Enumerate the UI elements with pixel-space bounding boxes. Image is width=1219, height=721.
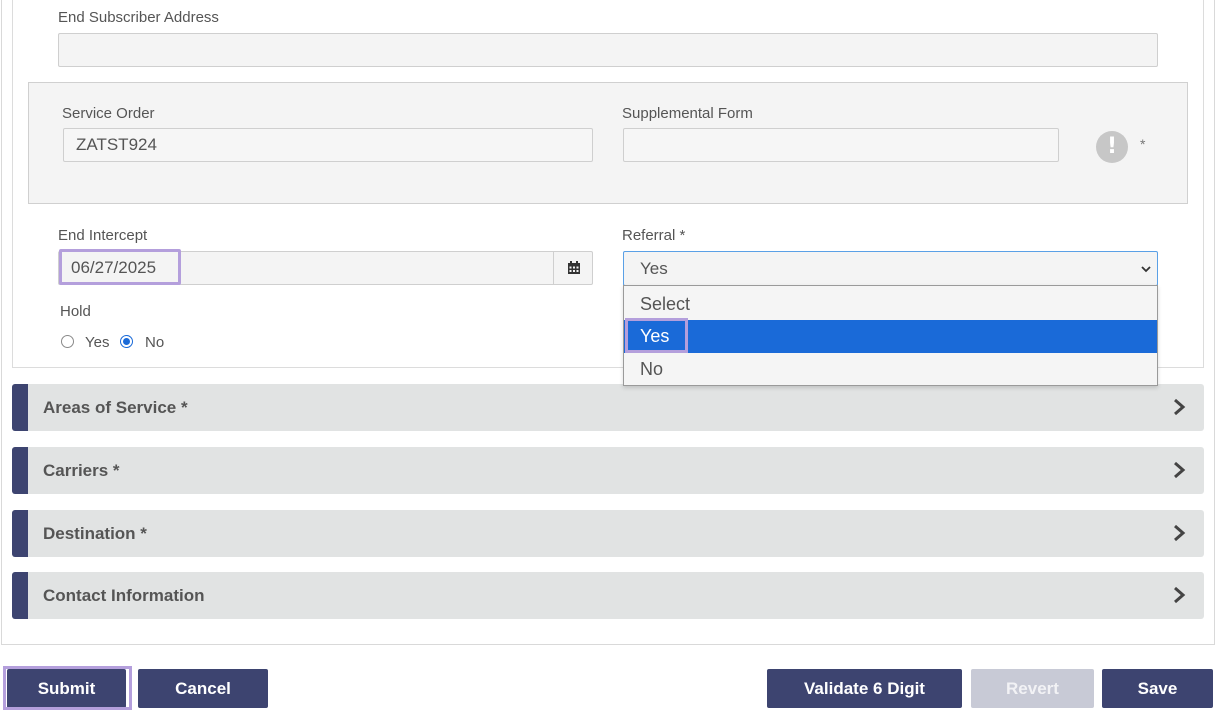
referral-option-select[interactable]: Select [624, 288, 1157, 321]
hold-label: Hold [60, 303, 91, 320]
hold-yes-radio[interactable] [61, 335, 74, 348]
accordion-accent-bar [12, 447, 28, 494]
referral-option-no[interactable]: No [624, 353, 1157, 386]
accordion-title: Contact Information [43, 586, 205, 605]
referral-option-yes[interactable]: Yes [624, 320, 1157, 353]
hold-no-label: No [145, 334, 165, 351]
service-order-field[interactable]: ZATST924 [63, 128, 593, 162]
hold-yes-label: Yes [85, 334, 110, 351]
submit-button-highlight [3, 666, 132, 710]
supplemental-form-field[interactable] [623, 128, 1059, 162]
accordion-accent-bar [12, 510, 28, 557]
supplemental-form-label: Supplemental Form [622, 105, 753, 122]
accordion-areas-of-service[interactable]: Areas of Service * [12, 384, 1204, 431]
accordion-contact-information[interactable]: Contact Information [12, 572, 1204, 619]
referral-dropdown-list: Select Yes No [623, 285, 1158, 386]
save-button[interactable]: Save [1102, 669, 1213, 708]
chevron-right-icon [1174, 398, 1186, 416]
end-subscriber-address-label: End Subscriber Address [58, 9, 219, 26]
validate-6-digit-button[interactable]: Validate 6 Digit [767, 669, 962, 708]
accordion-accent-bar [12, 384, 28, 431]
end-intercept-label: End Intercept [58, 227, 148, 244]
referral-select[interactable]: Yes [623, 251, 1158, 286]
date-input-highlight [59, 249, 181, 285]
exclamation-icon[interactable]: ! [1096, 131, 1128, 163]
calendar-icon [567, 261, 580, 274]
referral-label: Referral * [622, 227, 686, 244]
accordion-title: Carriers * [43, 461, 120, 480]
cancel-button[interactable]: Cancel [138, 669, 268, 708]
chevron-right-icon [1174, 524, 1186, 542]
required-star: * [1140, 136, 1146, 152]
accordion-carriers[interactable]: Carriers * [12, 447, 1204, 494]
revert-button[interactable]: Revert [971, 669, 1094, 708]
accordion-title: Destination * [43, 524, 147, 543]
chevron-right-icon [1174, 461, 1186, 479]
chevron-down-icon [1141, 252, 1151, 286]
referral-selected-value: Yes [640, 259, 668, 278]
accordion-title: Areas of Service * [43, 398, 188, 417]
service-order-label: Service Order [62, 105, 155, 122]
hold-no-radio[interactable] [120, 335, 133, 348]
accordion-accent-bar [12, 572, 28, 619]
accordion-destination[interactable]: Destination * [12, 510, 1204, 557]
calendar-button[interactable] [553, 251, 593, 285]
end-subscriber-address-field[interactable] [58, 33, 1158, 67]
option-yes-highlight [625, 318, 688, 353]
chevron-right-icon [1174, 586, 1186, 604]
